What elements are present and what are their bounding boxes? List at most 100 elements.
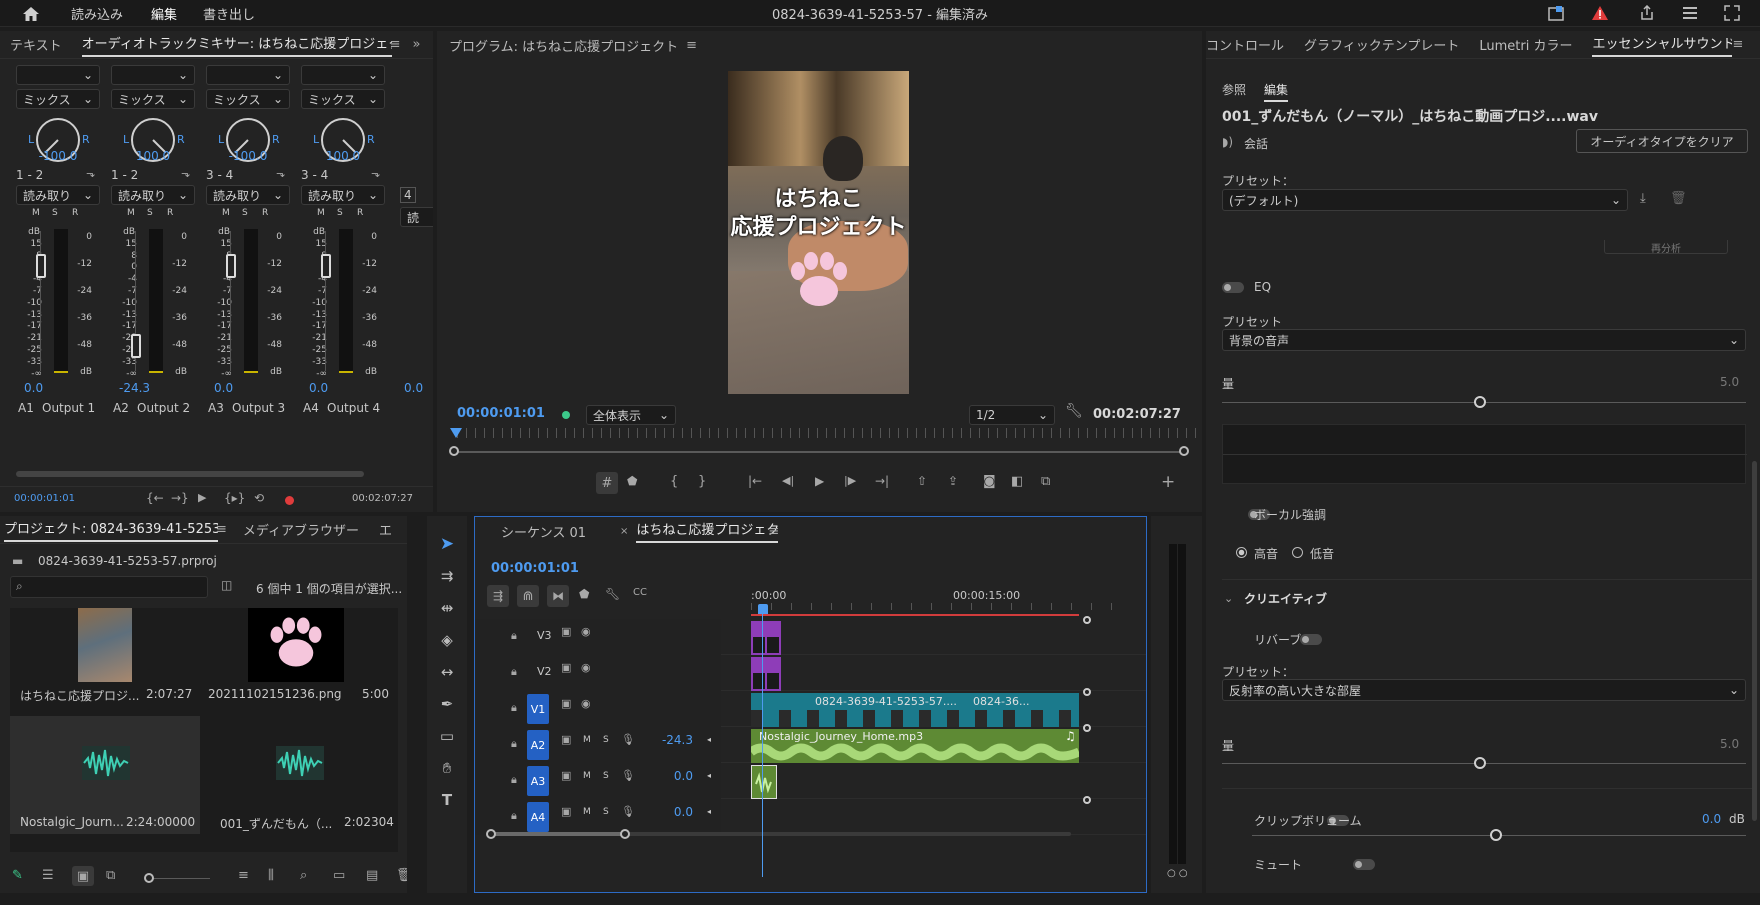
warning-icon[interactable] (1590, 3, 1610, 23)
channel-volume-value[interactable]: 0.0 (309, 381, 328, 395)
scroll-end-handle[interactable] (620, 829, 630, 839)
clear-audio-type-button[interactable]: オーディオタイプをクリア (1576, 129, 1748, 153)
record-icon[interactable] (285, 496, 294, 505)
tab-lumetri-color[interactable]: Lumetri カラー (1469, 31, 1582, 58)
creative-section-label[interactable]: クリエイティブ (1244, 590, 1327, 607)
linked-selection-icon[interactable]: ⧓ (547, 585, 569, 607)
thumbnail-size-knob[interactable] (144, 873, 154, 883)
tab-sequence-01[interactable]: シーケンス 01 (475, 517, 596, 545)
sync-lock-icon[interactable]: ▣ (561, 733, 571, 746)
fullscreen-icon[interactable] (1722, 3, 1742, 23)
tab-essential-sound[interactable]: エッセンシャルサウンド (1582, 31, 1733, 58)
automation-mode-select[interactable]: 読み取り ⌄ (16, 185, 100, 205)
track-end-handle[interactable] (1083, 796, 1091, 804)
fader-track[interactable] (230, 231, 231, 371)
film-icon[interactable]: ▣ (561, 625, 571, 638)
program-scrollbar[interactable] (454, 451, 1184, 453)
msr-button[interactable]: R (72, 208, 78, 218)
tab-project[interactable]: プロジェクト: 0824-3639-41-5253-57 (0, 516, 218, 543)
go-to-out-icon[interactable]: →} (171, 491, 189, 505)
pan-value[interactable]: -100.0 (16, 149, 100, 163)
msr-button[interactable]: R (167, 208, 173, 218)
radio-low[interactable] (1292, 547, 1303, 558)
msr-button[interactable]: S (147, 208, 153, 218)
mix-select[interactable]: ミックス ⌄ (111, 89, 195, 109)
freeform-view-icon[interactable]: ⧉ (106, 868, 115, 883)
scroll-end-handle[interactable] (1179, 446, 1189, 456)
go-to-in-icon[interactable]: {← (146, 491, 164, 505)
timeline-timecode[interactable]: 00:00:01:01 (491, 561, 579, 576)
track-volume-value[interactable]: 0.0 (653, 769, 693, 783)
film-icon[interactable]: ▣ (561, 697, 571, 710)
msr-button[interactable]: M (32, 208, 40, 218)
mix-select[interactable]: ミックス ⌄ (206, 89, 290, 109)
scroll-start-handle[interactable] (449, 446, 459, 456)
delete-preset-icon[interactable]: 🗑︎ (1670, 191, 1687, 206)
menu-export[interactable]: 書き出し (203, 4, 255, 23)
msr-button[interactable]: S (52, 208, 58, 218)
insert-nest-icon[interactable]: ⇶ (487, 585, 509, 607)
clip-volume-knob[interactable] (1490, 829, 1502, 841)
source-patch-v1[interactable]: V1 (527, 694, 549, 724)
effect-slot-select[interactable]: ⌄ (301, 65, 385, 85)
mark-out-icon[interactable]: } (698, 474, 706, 489)
wrench-icon[interactable]: 🔧︎ (1065, 403, 1083, 419)
film-icon[interactable]: ▣ (561, 661, 571, 674)
automation-mode-select[interactable]: 読み取り ⌄ (111, 185, 195, 205)
find-icon[interactable]: ⌕ (300, 868, 307, 883)
mark-in-icon[interactable]: { (670, 474, 678, 489)
sort-icon[interactable]: ≡ (238, 868, 249, 883)
sync-lock-icon[interactable]: ▣ (561, 805, 571, 818)
work-area-bar[interactable] (751, 614, 1079, 616)
tab-hachineko-sequence[interactable]: はちねこ応援プロジェクト (628, 517, 779, 545)
play-icon[interactable]: ▶ (198, 491, 206, 504)
clip-a3-audio[interactable] (751, 765, 777, 799)
project-search-input[interactable]: ⌕ (10, 576, 208, 598)
resolution-select[interactable]: 1/2 ⌄ (969, 405, 1055, 425)
fader-track[interactable] (40, 231, 41, 371)
go-to-out-icon[interactable]: →| (875, 474, 889, 488)
thumbnail-size-track[interactable] (150, 878, 210, 879)
preset-select[interactable]: (デフォルト) ⌄ (1222, 189, 1628, 211)
project-item[interactable]: はちねこ応援プロジ... 2:07:27 (10, 608, 200, 706)
fader-handle[interactable] (226, 254, 236, 278)
clip-v1-video[interactable]: 0824-3639-41-5253-57.... 0824-36... (751, 693, 1079, 727)
pen-tool-icon[interactable]: ✒ (427, 692, 467, 716)
pan-value[interactable]: -100.0 (206, 149, 290, 163)
hand-tool-icon[interactable]: ✋︎ (427, 756, 467, 780)
route-icon[interactable]: ⬎ (86, 167, 95, 180)
timeline-h-scrollbar[interactable] (491, 832, 1071, 836)
msr-button[interactable]: M (127, 208, 135, 218)
type-tool-icon[interactable]: T (427, 788, 467, 812)
eye-icon[interactable]: ◉ (581, 697, 591, 710)
channel-volume-value[interactable]: 0.0 (214, 381, 233, 395)
mute-toggle[interactable] (1352, 859, 1375, 870)
lift-icon[interactable]: ⇧ (917, 474, 927, 488)
tab-media-browser[interactable]: メディアブラウザー (233, 516, 369, 543)
route-icon[interactable]: ⬎ (371, 167, 380, 180)
eq-amount-knob[interactable] (1474, 396, 1486, 408)
menu-edit[interactable]: 編集 (151, 4, 177, 23)
fader-track[interactable] (325, 231, 326, 371)
new-bin-from-search-icon[interactable]: ◫ (221, 578, 232, 592)
playhead-marker[interactable] (450, 428, 462, 438)
timeline-settings-wrench-icon[interactable]: 🔧︎ (605, 587, 620, 601)
reverb-preset-select[interactable]: 反射率の高い大きな部屋 ⌄ (1222, 679, 1746, 701)
msr-button[interactable]: S (337, 208, 343, 218)
effect-slot-select[interactable]: ⌄ (16, 65, 100, 85)
meter-solo-buttons[interactable]: ○ ○ (1167, 868, 1188, 879)
microphone-icon[interactable]: 🎙︎ (621, 805, 635, 818)
razor-tool-icon[interactable]: ◈ (427, 628, 467, 652)
fader-handle[interactable] (36, 254, 46, 278)
route-icon[interactable]: ⬎ (181, 167, 190, 180)
ripple-edit-tool-icon[interactable]: ⇹ (427, 596, 467, 620)
play-icon[interactable]: ▶ (815, 474, 824, 488)
chevron-down-icon[interactable]: ⌄ (1224, 592, 1233, 605)
sync-lock-icon[interactable]: ▣ (561, 769, 571, 782)
clip-v2-graphic[interactable] (751, 657, 781, 691)
microphone-icon[interactable]: 🎙︎ (621, 733, 635, 746)
track-target-a3[interactable]: A3 (527, 766, 549, 796)
reverb-amount-knob[interactable] (1474, 757, 1486, 769)
multicam-icon[interactable]: ⧉ (1041, 474, 1050, 489)
mix-select[interactable]: ミックス ⌄ (16, 89, 100, 109)
